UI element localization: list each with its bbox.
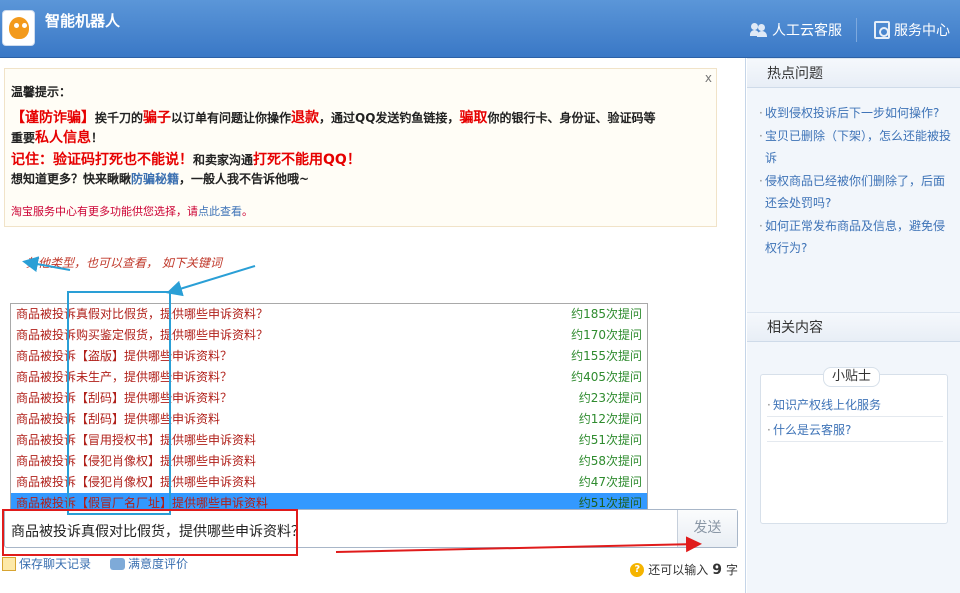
service-center-icon <box>874 21 890 39</box>
notice-footer: 淘宝服务中心有更多功能供您选择，请点此查看。 <box>11 205 253 218</box>
save-document-icon <box>2 556 16 571</box>
chat-toolbar: 保存聊天记录 满意度评价 ? 还可以输入 9 字 <box>0 553 746 593</box>
suggestion-row[interactable]: 商品被投诉未生产，提供哪些申诉资料？ 约405次提问 <box>11 367 647 388</box>
send-button[interactable]: 发送 <box>677 510 737 547</box>
hot-questions-title: 热点问题 <box>747 58 960 88</box>
people-icon <box>750 23 768 37</box>
save-chat-button[interactable]: 保存聊天记录 <box>2 555 91 572</box>
hot-question-item[interactable]: 收到侵权投诉后下一步如何操作? <box>759 102 954 124</box>
save-chat-label: 保存聊天记录 <box>19 557 92 571</box>
message-input[interactable]: 商品被投诉真假对比假货，提供哪些申诉资料？ <box>11 521 305 541</box>
header-divider <box>856 18 857 42</box>
service-center-button[interactable]: 服务中心 <box>874 20 950 40</box>
message-input-box[interactable]: 商品被投诉真假对比假货，提供哪些申诉资料？ 发送 <box>4 509 738 548</box>
anti-fraud-link[interactable]: 防骗秘籍 <box>131 172 179 186</box>
help-icon: ? <box>630 562 645 577</box>
right-sidebar: 热点问题 收到侵权投诉后下一步如何操作? 宝贝已删除（下架），怎么还能被投诉 侵… <box>747 58 960 593</box>
remaining-chars: ? 还可以输入 9 字 <box>630 561 738 578</box>
notice-heading: 温馨提示： <box>11 85 72 99</box>
tips-title: 小贴士 <box>823 367 881 387</box>
view-more-link[interactable]: 点此查看 <box>198 205 242 218</box>
tip-item[interactable]: 知识产权线上化服务 <box>767 393 943 417</box>
notice-line-4: 想知道更多？快来瞅瞅防骗秘籍，一般人我不告诉他哦~ <box>11 172 310 186</box>
related-content-title: 相关内容 <box>747 312 960 342</box>
rating-label: 满意度评价 <box>128 557 189 571</box>
hot-question-item[interactable]: 宝贝已删除（下架），怎么还能被投诉 <box>759 125 954 169</box>
notice-line-3: 记住：验证码打死也不能说！和卖家沟通打死不能用QQ！ <box>11 152 361 168</box>
annotation-note: 其他类型，也可以查看， 如下关键词 <box>26 256 222 270</box>
close-notice-button[interactable]: x <box>705 71 712 85</box>
rating-button[interactable]: 满意度评价 <box>110 555 188 572</box>
suggestion-row[interactable]: 商品被投诉【刮码】提供哪些申诉资料 约12次提问 <box>11 409 647 430</box>
suggestion-row[interactable]: 商品被投诉【刮码】提供哪些申诉资料？ 约23次提问 <box>11 388 647 409</box>
app-title: 智能机器人 <box>45 12 121 30</box>
suggestion-row[interactable]: 商品被投诉【侵犯肖像权】提供哪些申诉资料 约47次提问 <box>11 472 647 493</box>
suggestion-row[interactable]: 商品被投诉【冒用授权书】提供哪些申诉资料 约51次提问 <box>11 430 647 451</box>
hot-question-item[interactable]: 侵权商品已经被你们删除了，后面还会处罚吗? <box>759 170 954 214</box>
robot-logo-icon <box>2 10 35 46</box>
notice-line-1: 【谨防诈骗】挨千刀的骗子以订单有问题让你操作退款，通过QQ发送钓鱼链接，骗取你的… <box>11 110 656 126</box>
suggestion-row[interactable]: 商品被投诉【盗版】提供哪些申诉资料？ 约155次提问 <box>11 346 647 367</box>
service-center-label: 服务中心 <box>894 23 950 39</box>
human-service-label: 人工云客服 <box>772 23 842 39</box>
title-bar: 智能机器人 人工云客服 服务中心 <box>0 0 960 58</box>
suggestion-list: 商品被投诉真假对比假货，提供哪些申诉资料？ 约185次提问 商品被投诉购买鉴定假货… <box>10 303 648 517</box>
warning-notice: x 温馨提示： 【谨防诈骗】挨千刀的骗子以订单有问题让你操作退款，通过QQ发送钓… <box>4 68 717 227</box>
suggestion-row[interactable]: 商品被投诉真假对比假货，提供哪些申诉资料？ 约185次提问 <box>11 304 647 325</box>
hot-question-item[interactable]: 如何正常发布商品及信息，避免侵权行为? <box>759 215 954 259</box>
suggestion-row[interactable]: 商品被投诉【侵犯肖像权】提供哪些申诉资料 约58次提问 <box>11 451 647 472</box>
chat-bubble-icon <box>110 557 125 570</box>
hot-questions-list: 收到侵权投诉后下一步如何操作? 宝贝已删除（下架），怎么还能被投诉 侵权商品已经… <box>759 102 954 260</box>
suggestion-row[interactable]: 商品被投诉购买鉴定假货，提供哪些申诉资料？ 约170次提问 <box>11 325 647 346</box>
tip-item[interactable]: 什么是云客服? <box>767 418 943 442</box>
notice-line-2: 重要私人信息！ <box>11 130 104 146</box>
tips-box: 小贴士 知识产权线上化服务 什么是云客服? <box>760 367 948 524</box>
human-service-button[interactable]: 人工云客服 <box>750 20 842 40</box>
chat-area: x 温馨提示： 【谨防诈骗】挨千刀的骗子以订单有问题让你操作退款，通过QQ发送钓… <box>0 58 746 593</box>
